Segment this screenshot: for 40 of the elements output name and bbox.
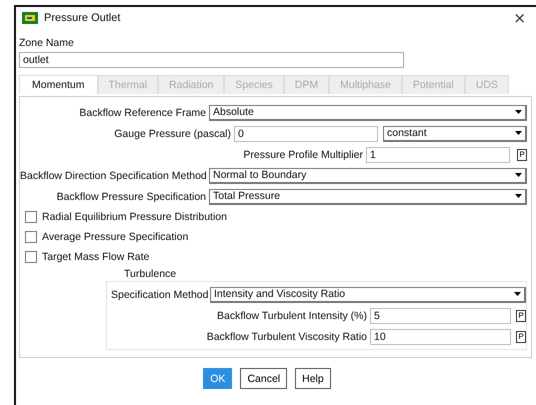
checkbox[interactable] bbox=[25, 211, 37, 223]
checkbox[interactable] bbox=[25, 231, 37, 243]
checkbox-label: Target Mass Flow Rate bbox=[42, 251, 150, 263]
input-field[interactable]: 10 bbox=[370, 328, 511, 344]
checkbox-label: Radial Equilibrium Pressure Distribution bbox=[42, 211, 227, 223]
dialog-button[interactable]: Help bbox=[295, 368, 331, 389]
tab[interactable]: Momentum bbox=[19, 75, 98, 94]
close-button[interactable]: × bbox=[509, 9, 530, 27]
app-icon bbox=[22, 12, 38, 24]
window-title: Pressure Outlet bbox=[44, 12, 120, 24]
field-label: Specification Method bbox=[111, 288, 207, 300]
caret-icon bbox=[515, 110, 522, 114]
checkbox[interactable] bbox=[25, 251, 37, 263]
field-label: Backflow Pressure Specification bbox=[56, 190, 206, 202]
group-title: Turbulence bbox=[124, 268, 178, 281]
parameter-button[interactable]: P bbox=[516, 310, 526, 322]
field-label: Backflow Direction Specification Method bbox=[20, 170, 206, 182]
checkbox-label: Average Pressure Specification bbox=[42, 231, 188, 243]
field-label: Backflow Turbulent Viscosity Ratio bbox=[206, 330, 367, 342]
parameter-button[interactable]: P bbox=[517, 148, 527, 160]
dropdown[interactable]: Total Pressure bbox=[209, 188, 527, 204]
dropdown[interactable]: Normal to Boundary bbox=[209, 168, 527, 184]
caret-icon bbox=[515, 131, 522, 135]
caret-icon bbox=[515, 173, 522, 177]
input-field[interactable]: 0 bbox=[234, 126, 378, 142]
parameter-button[interactable]: P bbox=[516, 330, 526, 342]
caret-icon bbox=[514, 292, 521, 296]
caret-icon bbox=[515, 194, 522, 198]
zone-name-label: Zone Name bbox=[19, 37, 75, 49]
input-field[interactable]: 1 bbox=[366, 146, 510, 162]
input-field[interactable]: 5 bbox=[370, 308, 511, 324]
zone-name-field[interactable]: outlet bbox=[19, 52, 404, 68]
dropdown[interactable]: Intensity and Viscosity Ratio bbox=[210, 286, 526, 302]
field-label: Backflow Turbulent Intensity (%) bbox=[216, 310, 367, 322]
field-label: Pressure Profile Multiplier bbox=[242, 148, 363, 160]
field-label: Gauge Pressure (pascal) bbox=[113, 128, 231, 140]
field-label: Backflow Reference Frame bbox=[78, 106, 206, 118]
dropdown[interactable]: Absolute bbox=[209, 104, 527, 120]
dropdown[interactable]: constant bbox=[383, 126, 527, 142]
dialog-button[interactable]: Cancel bbox=[240, 368, 288, 389]
